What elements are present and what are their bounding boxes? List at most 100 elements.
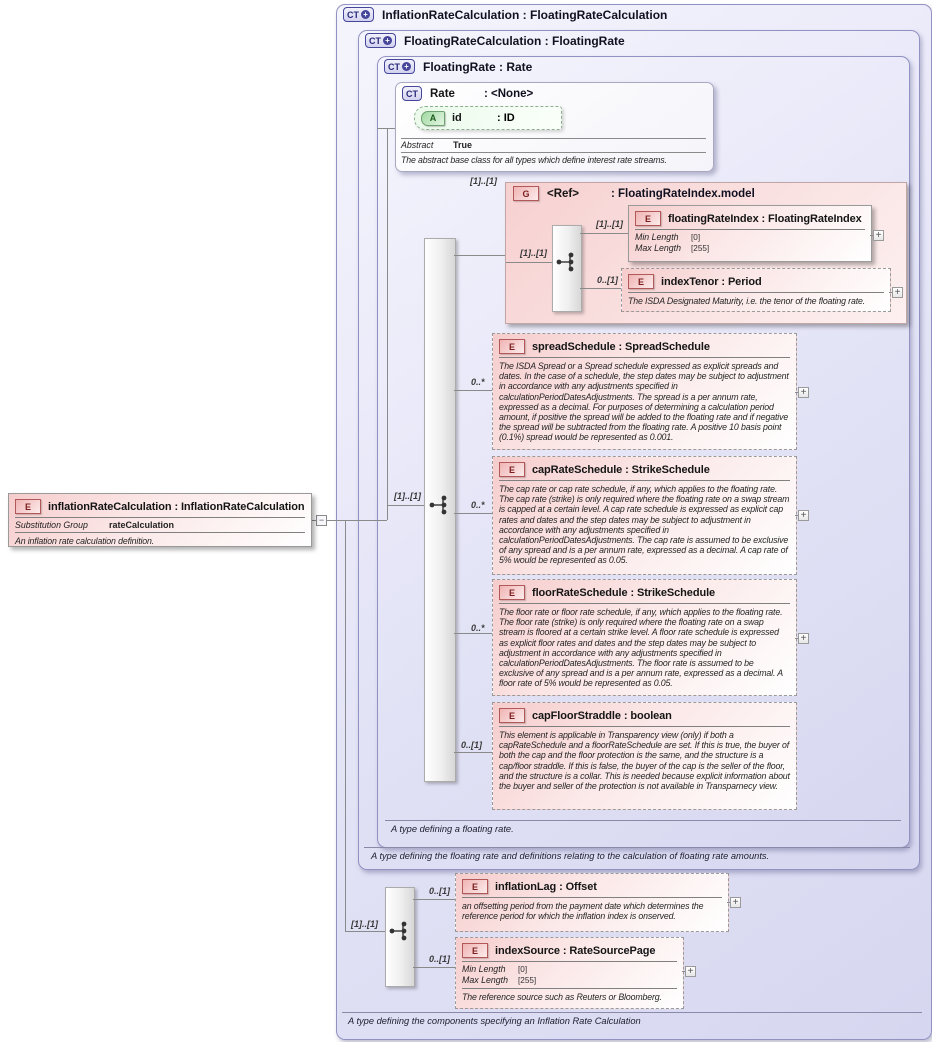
divider	[364, 847, 910, 848]
cardinality-floatingrateindex: [1]..[1]	[596, 219, 623, 229]
element-description: An inflation rate calculation definition…	[9, 535, 311, 547]
complextype-title: FloatingRateCalculation : FloatingRate	[404, 34, 625, 48]
element-title: floorRateSchedule : StrikeSchedule	[532, 587, 715, 599]
attribute-id-name: id	[452, 112, 490, 124]
sequence-icon	[388, 920, 410, 942]
ct-badge-label: CT	[406, 89, 418, 99]
element-icon: E	[499, 462, 525, 477]
complextype-icon: CT+	[384, 59, 415, 74]
connector-line	[387, 505, 424, 506]
connector-line	[387, 128, 388, 520]
rate-name: Rate	[430, 88, 476, 100]
group-icon: G	[513, 186, 539, 201]
expand-icon-indexsource[interactable]: +	[685, 966, 696, 977]
element-description: The reference source such as Reuters or …	[456, 991, 683, 1004]
cardinality-ref-group: [1]..[1]	[470, 176, 497, 186]
element-title: floatingRateIndex : FloatingRateIndex	[668, 213, 862, 225]
cardinality-ref-inner: [1]..[1]	[520, 248, 547, 258]
element-description: The floor rate or floor rate schedule, i…	[493, 606, 796, 691]
connector-line	[345, 520, 346, 931]
connector-line	[454, 255, 505, 256]
expand-icon-indextenor[interactable]: +	[892, 287, 903, 298]
divider	[499, 480, 790, 481]
divider	[635, 229, 865, 230]
complextype-icon: CT	[402, 86, 422, 101]
expand-icon-inflationlag[interactable]: +	[730, 897, 741, 908]
expand-icon-caprateschedule[interactable]: +	[798, 510, 809, 521]
expand-icon-floatingrateindex[interactable]: +	[873, 230, 884, 241]
schema-diagram: CT+ InflationRateCalculation : FloatingR…	[0, 0, 932, 1042]
element-icon: E	[15, 499, 41, 514]
attribute-id[interactable]: A id : ID	[414, 106, 562, 130]
element-icon: E	[462, 879, 488, 894]
cardinality-indextenor: 0..[1]	[597, 275, 618, 285]
abstract-label: Abstract	[401, 140, 453, 151]
divider	[462, 988, 677, 989]
ct-badge-label: CT	[347, 10, 359, 20]
divider	[499, 357, 790, 358]
divider	[628, 292, 884, 293]
element-caprateschedule[interactable]: E capRateSchedule : StrikeSchedule The c…	[492, 456, 797, 575]
element-inflationratecalculation[interactable]: E inflationRateCalculation : InflationRa…	[8, 493, 312, 547]
element-inflationlag[interactable]: E inflationLag : Offset an offsetting pe…	[455, 873, 729, 932]
element-floorrateschedule[interactable]: E floorRateSchedule : StrikeSchedule The…	[492, 579, 797, 696]
connector-line	[377, 128, 395, 129]
expand-icon-floorrateschedule[interactable]: +	[798, 633, 809, 644]
element-description: The ISDA Spread or a Spread schedule exp…	[493, 360, 796, 445]
connector-line	[454, 633, 492, 634]
divider	[499, 726, 790, 727]
rate-abstract-row: Abstract True	[395, 140, 717, 151]
abstract-value: True	[453, 140, 472, 151]
connector-line	[345, 931, 385, 932]
element-icon: E	[499, 585, 525, 600]
min-length-label: Min Length	[635, 232, 691, 243]
divider	[401, 138, 706, 139]
element-icon: E	[628, 274, 654, 289]
complextype-title: InflationRateCalculation : FloatingRateC…	[382, 8, 667, 22]
element-capfloorstraddle[interactable]: E capFloorStraddle : boolean This elemen…	[492, 702, 797, 810]
element-title: spreadSchedule : SpreadSchedule	[532, 341, 710, 353]
connector-line	[327, 520, 387, 521]
ref-group-type: : FloatingRateIndex.model	[611, 188, 755, 200]
element-floatingrateindex[interactable]: E floatingRateIndex : FloatingRateIndex …	[628, 205, 872, 262]
element-description: This element is applicable in Transparen…	[493, 729, 796, 793]
ct-badge-label: CT	[369, 36, 381, 46]
connector-line	[580, 233, 628, 234]
divider	[385, 820, 901, 821]
element-icon: E	[635, 211, 661, 226]
connector-line	[454, 513, 492, 514]
divider	[462, 961, 677, 962]
complextype-icon: CT+	[343, 7, 374, 22]
element-title: indexSource : RateSourcePage	[495, 945, 655, 957]
element-title: inflationLag : Offset	[495, 881, 597, 893]
min-length-value: [0]	[518, 965, 527, 975]
ct-badge-label: CT	[388, 62, 400, 72]
element-spreadschedule[interactable]: E spreadSchedule : SpreadSchedule The IS…	[492, 333, 797, 450]
divider	[462, 897, 722, 898]
header-rate: CT Rate : <None>	[402, 86, 533, 101]
element-title: capRateSchedule : StrikeSchedule	[532, 464, 710, 476]
expand-icon-spreadschedule[interactable]: +	[798, 387, 809, 398]
connector-line	[413, 899, 455, 900]
ct-plus-icon: +	[361, 10, 370, 19]
cardinality-indexsource: 0..[1]	[429, 954, 450, 964]
ct-plus-icon: +	[402, 62, 411, 71]
ref-group-name: <Ref>	[547, 188, 603, 200]
element-title: inflationRateCalculation : InflationRate…	[48, 501, 304, 513]
divider	[342, 1012, 922, 1013]
attribute-id-type: : ID	[497, 112, 515, 124]
max-length-value: [255]	[691, 244, 709, 254]
header-floatingrate: CT+ FloatingRate : Rate	[384, 59, 532, 74]
cardinality-spreadschedule: 0..*	[471, 377, 485, 387]
element-indextenor[interactable]: E indexTenor : Period The ISDA Designate…	[621, 268, 891, 312]
connector-line	[454, 390, 492, 391]
element-indexsource[interactable]: E indexSource : RateSourcePage Min Lengt…	[455, 937, 684, 1009]
collapse-toggle[interactable]: −	[316, 515, 327, 526]
rate-type: : <None>	[484, 88, 533, 100]
element-title: indexTenor : Period	[661, 276, 762, 288]
cardinality-main-sequence: [1]..[1]	[394, 491, 421, 501]
connector-line	[413, 967, 455, 968]
max-length-label: Max Length	[635, 243, 691, 254]
complextype-icon: CT+	[365, 33, 396, 48]
ct-plus-icon: +	[383, 36, 392, 45]
